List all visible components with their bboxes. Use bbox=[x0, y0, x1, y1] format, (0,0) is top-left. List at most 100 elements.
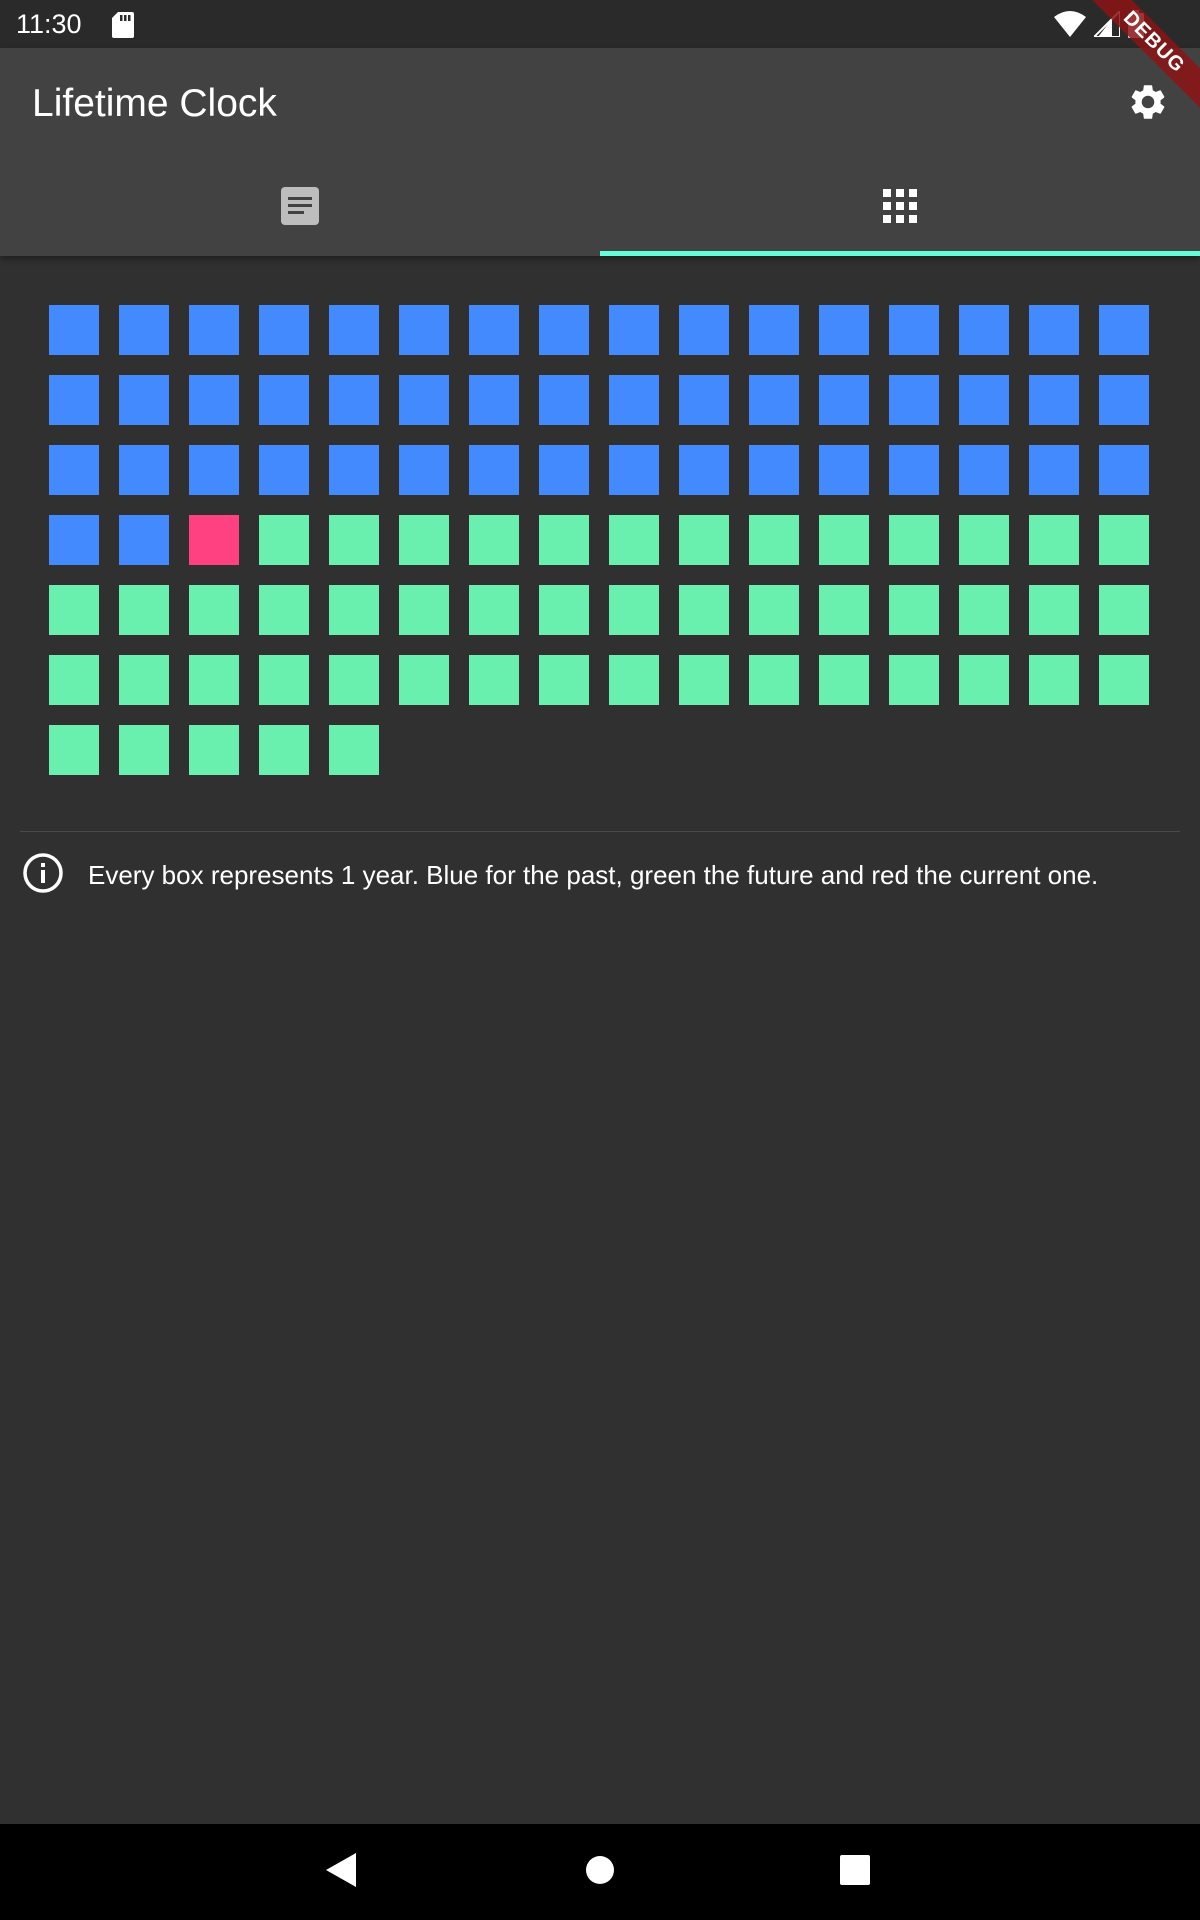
tab-indicator bbox=[600, 251, 1200, 256]
year-box-future bbox=[959, 655, 1009, 705]
year-box-future bbox=[1099, 585, 1149, 635]
back-icon bbox=[326, 1852, 358, 1892]
year-box-future bbox=[189, 725, 239, 775]
tab-grid-view[interactable] bbox=[600, 160, 1200, 256]
year-box-past bbox=[1029, 445, 1079, 495]
year-box-future bbox=[119, 585, 169, 635]
year-box-past bbox=[679, 375, 729, 425]
home-icon bbox=[585, 1855, 615, 1890]
year-box-future bbox=[749, 585, 799, 635]
year-box-future bbox=[679, 585, 729, 635]
year-box-future bbox=[819, 655, 869, 705]
year-box-future bbox=[1099, 515, 1149, 565]
recents-button[interactable] bbox=[831, 1848, 879, 1896]
year-box-future bbox=[119, 655, 169, 705]
year-box-future bbox=[749, 515, 799, 565]
status-time: 11:30 bbox=[16, 9, 82, 39]
year-box-future bbox=[189, 655, 239, 705]
year-box-past bbox=[189, 375, 239, 425]
app-bar: Lifetime Clock bbox=[0, 48, 1200, 256]
year-box-past bbox=[889, 445, 939, 495]
year-box-past bbox=[539, 305, 589, 355]
year-box-past bbox=[609, 445, 659, 495]
year-box-past bbox=[609, 375, 659, 425]
year-box-future bbox=[1029, 515, 1079, 565]
year-box-future bbox=[259, 515, 309, 565]
year-box-future bbox=[959, 585, 1009, 635]
divider bbox=[20, 831, 1180, 832]
year-box-future bbox=[399, 655, 449, 705]
year-box-past bbox=[119, 375, 169, 425]
year-box-past bbox=[119, 515, 169, 565]
year-box-future bbox=[609, 515, 659, 565]
year-box-future bbox=[399, 585, 449, 635]
year-box-future bbox=[959, 515, 1009, 565]
year-box-future bbox=[49, 655, 99, 705]
app-title: Lifetime Clock bbox=[32, 82, 277, 125]
year-box-future bbox=[679, 655, 729, 705]
year-box-past bbox=[959, 305, 1009, 355]
tab-bar bbox=[0, 160, 1200, 256]
year-box-past bbox=[749, 375, 799, 425]
gear-icon bbox=[1127, 81, 1169, 128]
year-box-past bbox=[189, 445, 239, 495]
year-box-future bbox=[329, 655, 379, 705]
year-box-past bbox=[609, 305, 659, 355]
year-box-future bbox=[399, 515, 449, 565]
year-box-future bbox=[679, 515, 729, 565]
year-box-future bbox=[1029, 655, 1079, 705]
recents-icon bbox=[840, 1854, 870, 1890]
info-text: Every box represents 1 year. Blue for th… bbox=[88, 860, 1099, 890]
status-bar: 11:30 bbox=[0, 0, 1200, 48]
year-box-future bbox=[609, 585, 659, 635]
year-box-past bbox=[49, 375, 99, 425]
year-box-future bbox=[539, 585, 589, 635]
year-box-past bbox=[679, 305, 729, 355]
sd-card-icon bbox=[112, 12, 134, 43]
year-box-future bbox=[539, 655, 589, 705]
year-box-future bbox=[609, 655, 659, 705]
year-box-past bbox=[259, 305, 309, 355]
grid-icon bbox=[883, 188, 917, 228]
year-box-past bbox=[819, 445, 869, 495]
year-box-past bbox=[469, 375, 519, 425]
year-box-future bbox=[889, 515, 939, 565]
year-box-past bbox=[469, 445, 519, 495]
year-box-past bbox=[259, 445, 309, 495]
year-box-past bbox=[259, 375, 309, 425]
year-box-future bbox=[189, 585, 239, 635]
year-box-past bbox=[189, 305, 239, 355]
year-box-current bbox=[189, 515, 239, 565]
home-button[interactable] bbox=[576, 1848, 624, 1896]
year-box-past bbox=[469, 305, 519, 355]
year-box-past bbox=[819, 375, 869, 425]
year-box-future bbox=[1029, 585, 1079, 635]
settings-button[interactable] bbox=[1120, 76, 1176, 132]
year-box-past bbox=[539, 445, 589, 495]
year-box-past bbox=[119, 305, 169, 355]
year-box-past bbox=[819, 305, 869, 355]
signal-icon bbox=[1091, 8, 1121, 42]
back-button[interactable] bbox=[318, 1848, 366, 1896]
article-icon bbox=[281, 186, 319, 230]
year-box-past bbox=[959, 445, 1009, 495]
year-box-past bbox=[539, 375, 589, 425]
info-row: Every box represents 1 year. Blue for th… bbox=[22, 852, 1098, 899]
year-box-future bbox=[889, 655, 939, 705]
year-box-past bbox=[119, 445, 169, 495]
year-box-future bbox=[469, 585, 519, 635]
year-box-future bbox=[889, 585, 939, 635]
nav-bar bbox=[0, 1824, 1200, 1920]
year-box-past bbox=[399, 305, 449, 355]
year-box-past bbox=[329, 375, 379, 425]
year-box-past bbox=[679, 445, 729, 495]
year-box-future bbox=[259, 655, 309, 705]
year-box-future bbox=[469, 515, 519, 565]
year-box-past bbox=[49, 445, 99, 495]
year-box-past bbox=[749, 305, 799, 355]
tab-text-view[interactable] bbox=[0, 160, 600, 256]
year-box-future bbox=[749, 655, 799, 705]
year-box-past bbox=[49, 515, 99, 565]
year-box-past bbox=[959, 375, 1009, 425]
year-box-past bbox=[889, 375, 939, 425]
